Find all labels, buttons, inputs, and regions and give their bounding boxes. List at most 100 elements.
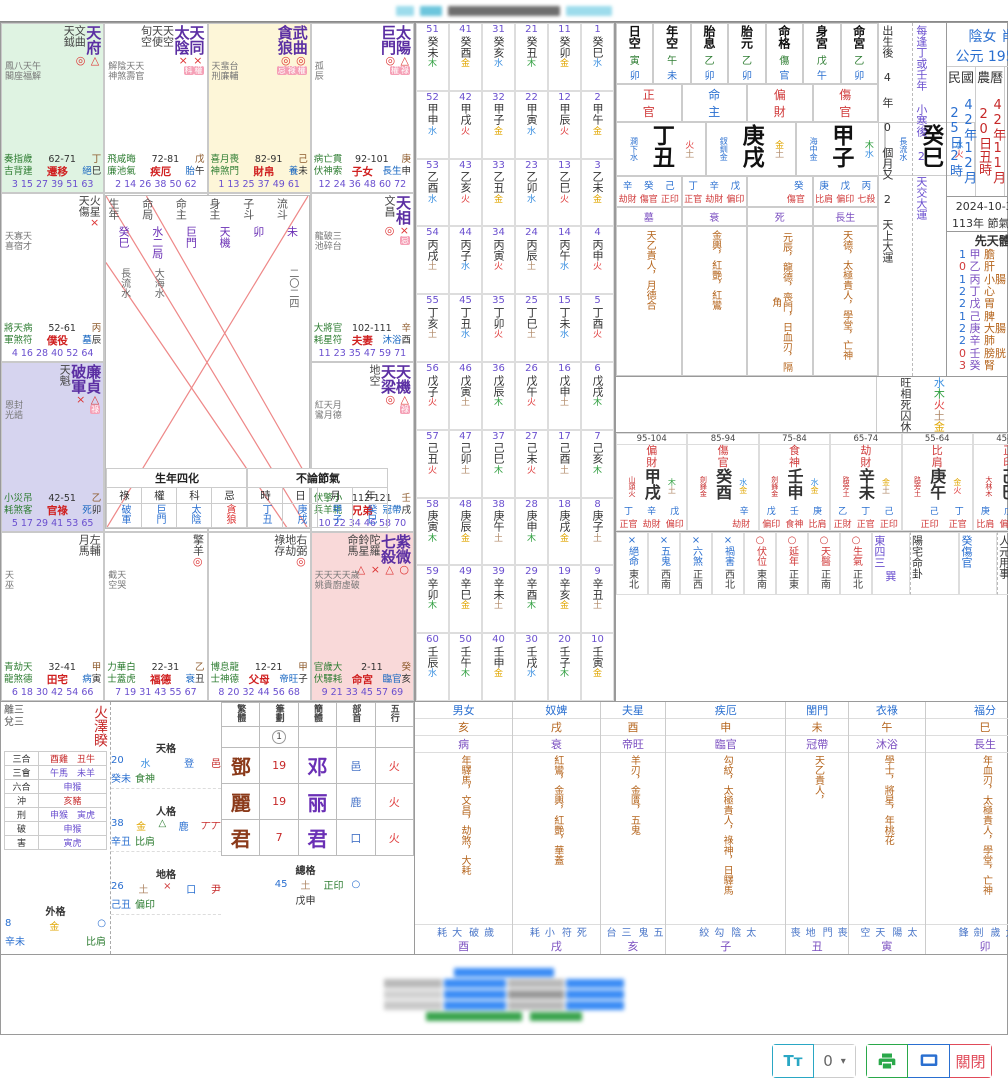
jiazi-cell[interactable]: 47 己卯土 bbox=[449, 429, 482, 498]
print-button[interactable] bbox=[866, 1044, 908, 1078]
ziwei-palace-子女[interactable]: 巨門 太陽 ◎ △ 權祿孤辰病亡貫 92-101 庚伏神索 子女 長生申 12 24 36 48… bbox=[310, 23, 414, 193]
decade-cell[interactable]: 95-104 偏財山頭火 甲戌 木土丁辛戊正官 劫財 偏印 bbox=[616, 433, 688, 532]
screen-button[interactable] bbox=[908, 1044, 950, 1078]
ziwei-center-info: 生年 癸巳 長流水 命局 水二局 大海水 命主 巨門 身主 天機 子斗卯流斗未二〇二四 生年四化祿權科… bbox=[105, 194, 389, 530]
jiazi-cell[interactable]: 46 戊寅土 bbox=[449, 362, 482, 430]
jiazi-cell[interactable]: 18 庚戌金 bbox=[548, 497, 581, 566]
jiazi-cell[interactable]: 5 丁酉火 bbox=[581, 294, 614, 362]
ss-stage: 冠帶 bbox=[786, 736, 849, 753]
jiazi-cell[interactable]: 17 己酉土 bbox=[548, 429, 581, 498]
jiazi-cell[interactable]: 52 甲申水 bbox=[416, 90, 449, 159]
jiazi-cell[interactable]: 21 癸丑木 bbox=[515, 23, 548, 91]
jiazi-cell[interactable]: 22 甲寅水 bbox=[515, 90, 548, 159]
hidden-stem: 庚 bbox=[819, 181, 829, 192]
jiazi-cell[interactable]: 37 己巳木 bbox=[482, 429, 515, 498]
ziwei-palace-疾厄[interactable]: 旬空 天使 天空 太陰 天同 × × 科權解陰天天 神煞壽官 飛咸晦 72-81 戊廉池氣 疾厄 胎午 2… bbox=[104, 23, 208, 193]
jiazi-cell[interactable]: 33 乙丑金 bbox=[482, 158, 515, 227]
jiazi-cell[interactable]: 15 丁未水 bbox=[548, 294, 581, 362]
ziwei-palace-遷移[interactable]: 天鉞 文曲 天府 ◎ △ 鳳八天午 閣座福解 奏指歲 62-71 丁吉背建 遷移 絕巳 3 15 27… bbox=[1, 23, 105, 193]
ziwei-palace-福德[interactable]: 擎羊 ◎ 截天 空哭 力華白 22-31 乙士蓋虎 福德 衰丑 7 19 31 43 55 67 bbox=[104, 531, 208, 701]
jiazi-cell[interactable]: 13 乙巳火 bbox=[548, 158, 581, 227]
jiazi-cell[interactable]: 35 丁卯火 bbox=[482, 294, 515, 362]
jiazi-cell[interactable]: 55 丁亥土 bbox=[416, 294, 449, 362]
star-brightness: × △ bbox=[76, 393, 101, 406]
jiazi-cell[interactable]: 41 癸酉金 bbox=[449, 23, 482, 91]
jiazi-cell[interactable]: 43 乙亥火 bbox=[449, 158, 482, 227]
jiazi-cell[interactable]: 36 戊辰木 bbox=[482, 362, 515, 430]
jiazi-cell[interactable]: 2 甲午金 bbox=[581, 90, 614, 159]
char-traditional: 君 bbox=[220, 819, 261, 856]
jiazi-cell[interactable]: 42 甲戌火 bbox=[449, 90, 482, 159]
zodiac-relations-table: 三合 酉雞 丑牛 三會 午馬 未羊 六合 申猴沖亥豬刑申猴 寅虎破申猴害寅虎 bbox=[4, 751, 107, 850]
jiazi-cell[interactable]: 4 丙申火 bbox=[581, 226, 614, 295]
ziwei-palace-官祿[interactable]: 天魁 破軍 廉貞 × △ 祿恩封 光誥 小災吊 42-51 乙耗煞客 官祿 死卯 5 17 29 41… bbox=[1, 362, 105, 532]
jiazi-cell[interactable]: 34 丙寅火 bbox=[482, 226, 515, 295]
jiazi-cell[interactable]: 1 癸巳水 bbox=[581, 23, 614, 91]
jiazi-cell[interactable]: 12 甲辰火 bbox=[548, 90, 581, 159]
jiazi-cell[interactable]: 28 庚申木 bbox=[515, 497, 548, 566]
decade-cell[interactable]: 65-74 劫財路旁土 辛未 金土乙丁己正財 正官 正印 bbox=[830, 433, 902, 532]
sihua-head: 權 bbox=[141, 487, 178, 505]
jiazi-cell[interactable]: 8 庚子土 bbox=[581, 497, 614, 566]
jiazi-cell[interactable]: 24 丙辰土 bbox=[515, 226, 548, 295]
jiazi-cell[interactable]: 25 丁巳土 bbox=[515, 294, 548, 362]
decade-cell[interactable]: 75-84 食神劍鋒金 壬申 水金戊壬庚偏印 食神 比肩 bbox=[758, 433, 831, 532]
jiazi-cell[interactable]: 9 辛丑土 bbox=[581, 565, 614, 634]
jiazi-cell[interactable]: 11 癸卯金 bbox=[548, 23, 581, 91]
jiazi-cell[interactable]: 3 乙未金 bbox=[581, 158, 614, 227]
zoom-select[interactable]: 0 ▾ bbox=[814, 1044, 856, 1078]
ziwei-palace-僕役[interactable]: 天傷 火星 × 天寡天 喜宿才 將天病 52-61 丙軍煞符 僕役 墓辰 4 16 28 40 52… bbox=[1, 192, 105, 362]
jiazi-cell[interactable]: 40 壬申金 bbox=[482, 633, 515, 701]
jiazi-cell[interactable]: 29 辛酉木 bbox=[515, 565, 548, 634]
jiazi-cell[interactable]: 50 壬午木 bbox=[449, 633, 482, 701]
jiazi-cell[interactable]: 14 丙午水 bbox=[548, 226, 581, 295]
jiazi-cell[interactable]: 57 己丑火 bbox=[416, 429, 449, 498]
decade-cell[interactable]: 85-94 傷官劍鋒金 癸酉 水金 辛 劫財 bbox=[687, 433, 759, 532]
ziwei-palace-命宮[interactable]: 命馬 鈴星 陀羅 七殺 紫微 △ × △ ○ 天天天天歲 姚貴廚虛破 官歲大 2-11 癸伏驛耗 命宮… bbox=[310, 531, 414, 701]
font-size-icon[interactable]: Tт bbox=[772, 1044, 814, 1078]
jiazi-cell[interactable]: 10 壬寅金 bbox=[581, 633, 614, 701]
hidden-stem: 辛 bbox=[622, 181, 633, 192]
jiazi-cell[interactable]: 7 己亥木 bbox=[581, 429, 614, 498]
jiazi-cell[interactable]: 20 壬子木 bbox=[548, 633, 581, 701]
jiazi-cell[interactable]: 19 辛亥金 bbox=[548, 565, 581, 634]
jiazi-cell[interactable]: 31 癸亥水 bbox=[482, 23, 515, 91]
jiazi-cell[interactable]: 48 庚辰金 bbox=[449, 497, 482, 566]
jiazi-cell[interactable]: 38 庚午土 bbox=[482, 497, 515, 566]
jiazi-cell[interactable]: 49 辛巳金 bbox=[449, 565, 482, 634]
jiazi-cell[interactable]: 30 壬戌水 bbox=[515, 633, 548, 701]
jiazi-cell[interactable]: 54 丙戌土 bbox=[416, 226, 449, 295]
jiazi-cell[interactable]: 32 甲子金 bbox=[482, 90, 515, 159]
hidden-god: 正印 bbox=[660, 195, 679, 205]
ziwei-palace-父母[interactable]: 祿存 地劫 右弼 ◎ 博息龍 12-21 甲士神德 父母 帝旺子 8 20 32 44 56 68 bbox=[207, 531, 311, 701]
jiazi-element: 金 bbox=[592, 669, 602, 680]
hidden-stem: 戊 bbox=[840, 181, 850, 192]
ss-footer-branch: 寅 bbox=[881, 940, 893, 953]
ss-footer: 地喪 喪門 bbox=[786, 924, 849, 938]
jiazi-cell[interactable]: 58 庚寅木 bbox=[416, 497, 449, 566]
jiazi-cell[interactable]: 53 乙酉水 bbox=[416, 158, 449, 227]
ziwei-palace-夫妻[interactable]: 文昌 天相 ◎ × 忌龍破三 池碎台 大將官 102-111 辛耗星符 夫妻 沐浴酉 11 23 3… bbox=[310, 192, 414, 362]
jiazi-cell[interactable]: 60 壬辰水 bbox=[416, 633, 449, 701]
jiazi-cell[interactable]: 44 丙子水 bbox=[449, 226, 482, 295]
jiazi-age: 40 bbox=[492, 634, 505, 646]
jiazi-cell[interactable]: 59 辛卯木 bbox=[416, 565, 449, 634]
jiazi-cell[interactable]: 45 丁丑水 bbox=[449, 294, 482, 362]
decade-cell[interactable]: 55-64 比肩路旁土 庚午 金火 己丁 正印 正官 bbox=[901, 433, 973, 532]
jiazi-age: 29 bbox=[525, 566, 538, 578]
bazi-head-命宮: 命宮乙卯 bbox=[840, 23, 878, 84]
jiazi-cell[interactable]: 6 戊戌木 bbox=[581, 362, 614, 430]
decade-cell[interactable]: 45-54正印大林木己巳土火庚戊丙比肩偏印七殺 bbox=[972, 433, 1008, 532]
jiazi-cell[interactable]: 23 乙卯水 bbox=[515, 158, 548, 227]
ziwei-palace-財帛[interactable]: 貪狼 武曲 ◎ ◎ 忌祿權天蜚台 刑廉輔 喜月喪 82-91 己神煞門 財帛 養未 1 13 25 … bbox=[207, 23, 311, 193]
jiazi-cell[interactable]: 51 癸未木 bbox=[416, 23, 449, 91]
jiazi-cell[interactable]: 27 己未火 bbox=[515, 429, 548, 498]
jiazi-cell[interactable]: 16 戊申土 bbox=[548, 362, 581, 430]
jiazi-cell[interactable]: 26 戊午火 bbox=[515, 362, 548, 430]
jiazi-element: 土 bbox=[493, 533, 503, 544]
bazi-stage-row: 墓衰死長生 bbox=[616, 207, 878, 226]
ziwei-palace-田宅[interactable]: 月馬 左輔天巫青劫天 32-41 甲龍煞德 田宅 病寅 6 18 30 42 54 66 bbox=[1, 531, 105, 701]
jiazi-cell[interactable]: 56 戊子火 bbox=[416, 362, 449, 430]
jiazi-cell[interactable]: 39 辛未土 bbox=[482, 565, 515, 634]
close-button[interactable]: 關閉 bbox=[950, 1044, 992, 1078]
